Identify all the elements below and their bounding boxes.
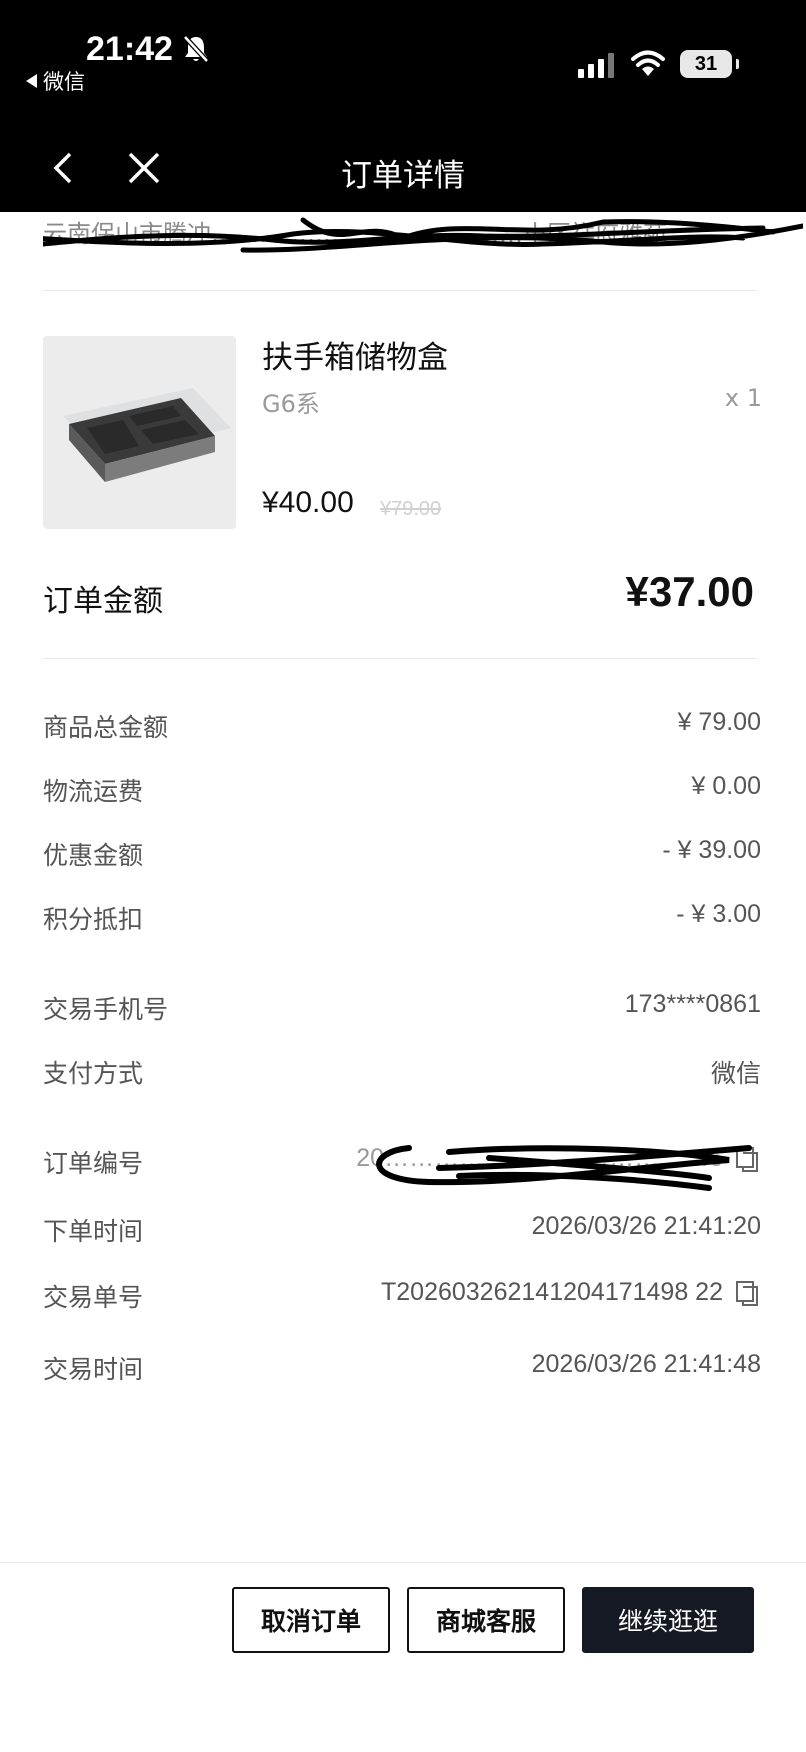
product-original-price: ¥79.00	[380, 498, 442, 520]
redaction-scribble	[376, 1145, 752, 1191]
trade-no-value: T202603262141204171498 22	[380, 1278, 723, 1306]
top-bar: 21:42 微信 31 订单详情	[0, 0, 806, 212]
price-row-label: 商品总金额	[43, 713, 169, 742]
price-row: 积分抵扣 - ¥ 3.00	[43, 900, 761, 940]
product-image[interactable]	[43, 336, 236, 529]
price-row: 优惠金额 - ¥ 39.00	[43, 836, 761, 876]
order-total-label: 订单金额	[43, 584, 163, 619]
info-row-value: 2026/03/26 21:41:20	[531, 1212, 761, 1240]
divider	[43, 658, 756, 659]
price-row-label: 积分抵扣	[43, 905, 144, 934]
price-row-value: ¥ 79.00	[677, 708, 761, 736]
price-row-value: ¥ 0.00	[691, 772, 761, 800]
bottom-divider	[0, 1562, 806, 1563]
info-row-trade-time: 交易时间 2026/03/26 21:41:48	[43, 1350, 761, 1390]
info-row-label: 交易单号	[43, 1283, 144, 1312]
back-to-app[interactable]: 微信	[26, 66, 85, 96]
price-row-value: - ¥ 39.00	[662, 836, 761, 864]
info-row-label: 交易时间	[43, 1355, 144, 1384]
continue-shopping-button[interactable]: 继续逛逛	[582, 1587, 754, 1653]
info-row-phone: 交易手机号 173****0861	[43, 990, 761, 1030]
info-row-value: 173****0861	[624, 990, 761, 1018]
price-row: 物流运费 ¥ 0.00	[43, 772, 761, 812]
product-name: 扶手箱储物盒	[262, 340, 448, 376]
battery-icon: 31	[680, 50, 739, 78]
copy-icon[interactable]	[733, 1279, 761, 1307]
price-row-label: 优惠金额	[43, 841, 144, 870]
cancel-order-button[interactable]: 取消订单	[232, 1587, 390, 1653]
price-row-value: - ¥ 3.00	[676, 900, 761, 928]
product-variant: G6系	[262, 390, 320, 418]
info-row-order-time: 下单时间 2026/03/26 21:41:20	[43, 1212, 761, 1252]
signal-icon	[578, 52, 614, 78]
info-row-label: 订单编号	[43, 1149, 144, 1178]
page-title: 订单详情	[341, 158, 465, 194]
price-row: 商品总金额 ¥ 79.00	[43, 708, 761, 748]
order-total-value: ¥37.00	[625, 568, 754, 615]
back-triangle-icon	[26, 74, 37, 88]
info-row-value: 2026/03/26 21:41:48	[531, 1350, 761, 1378]
divider	[43, 290, 756, 291]
info-row-label: 交易手机号	[43, 995, 169, 1024]
product-price: ¥40.00	[262, 486, 354, 519]
redaction-scribble	[43, 217, 803, 253]
trade-no-wrap: T202603262141204171498 22	[381, 1278, 761, 1307]
info-row-label: 下单时间	[43, 1217, 144, 1246]
info-row-trade-no: 交易单号 T202603262141204171498 22	[43, 1278, 761, 1318]
product-quantity: x 1	[724, 384, 762, 412]
bell-slash-icon	[183, 35, 209, 63]
shipping-address: 云南保山市腾冲…………………………………小区祥府雅苑	[43, 214, 803, 270]
back-app-label: 微信	[43, 70, 85, 94]
customer-service-button[interactable]: 商城客服	[407, 1587, 565, 1653]
armrest-box-illustration	[43, 336, 236, 529]
info-row-order-no: 订单编号 20…………………………………6	[43, 1144, 761, 1191]
info-row-payment-method: 支付方式 微信	[43, 1054, 761, 1094]
info-row-label: 支付方式	[43, 1059, 144, 1088]
wifi-icon	[631, 50, 665, 76]
info-row-value: 微信	[710, 1060, 761, 1088]
status-time: 21:42	[86, 30, 173, 68]
price-row-label: 物流运费	[43, 777, 144, 806]
